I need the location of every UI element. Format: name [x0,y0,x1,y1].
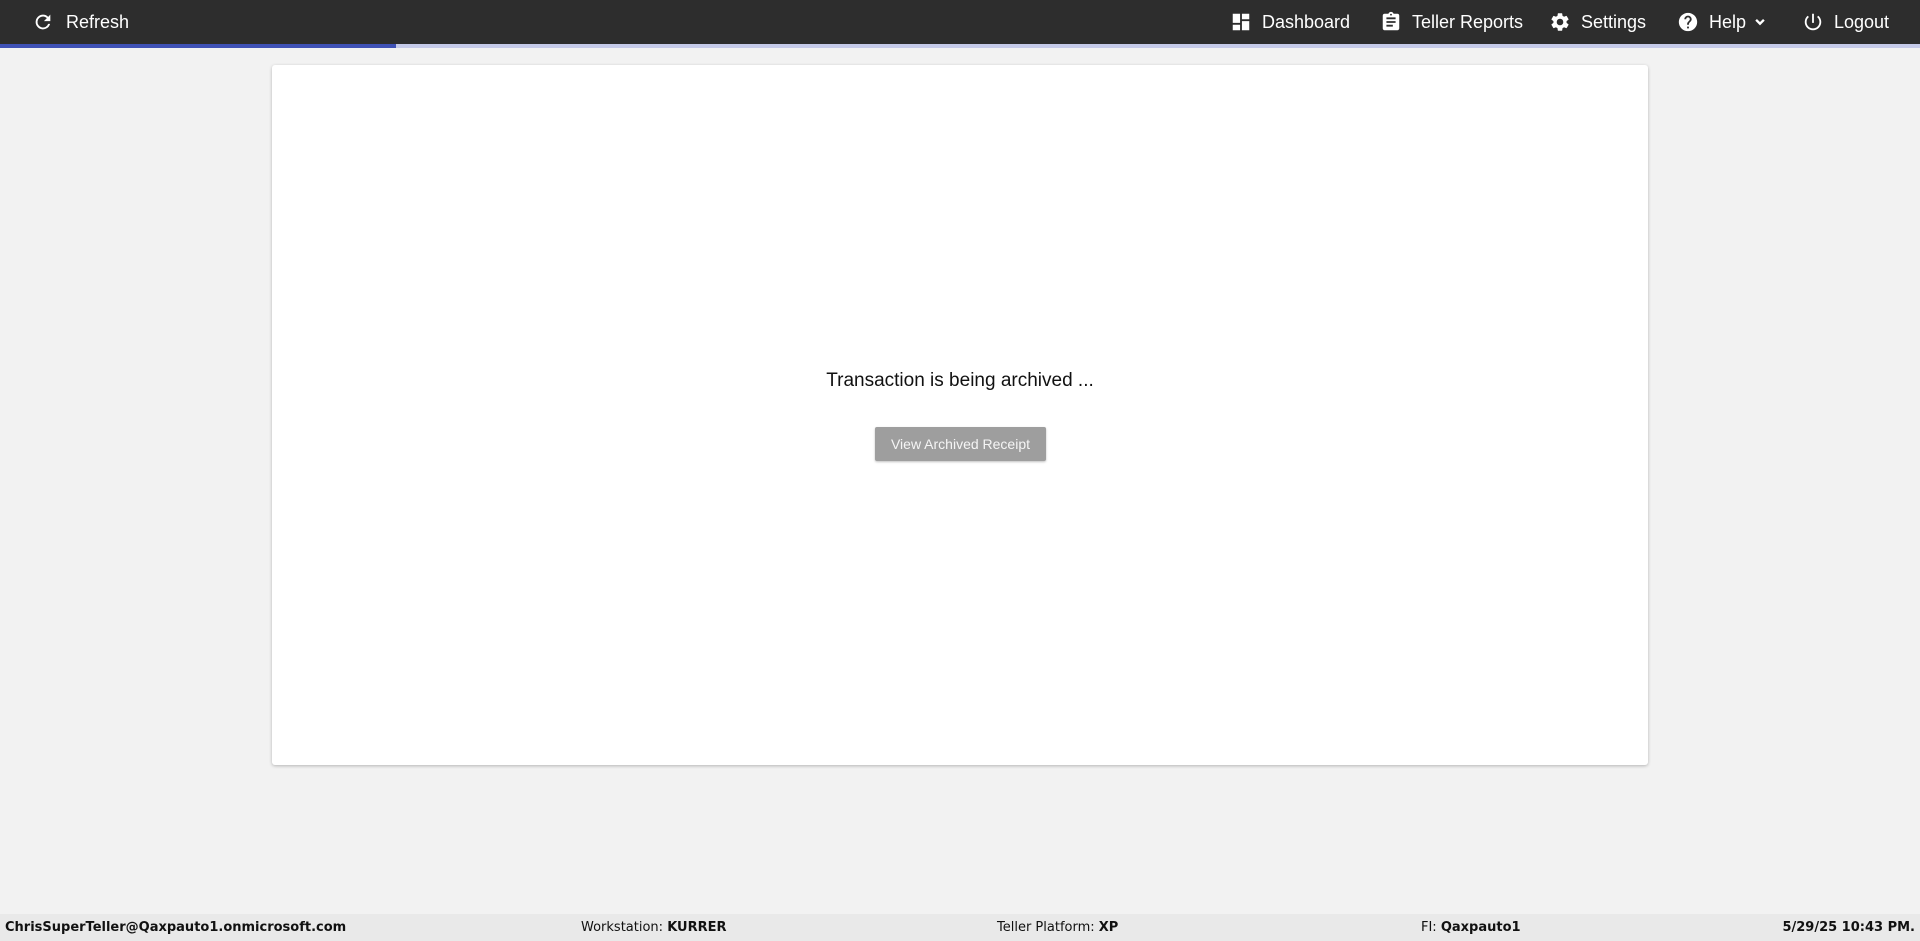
footer-workstation-value: KURRER [667,920,727,935]
archive-status-message: Transaction is being archived ... [826,370,1094,391]
nav-settings[interactable]: Settings [1549,0,1646,44]
footer-datetime: 5/29/25 10:43 PM. [1782,920,1915,935]
logout-button[interactable]: Logout [1802,0,1889,44]
nav-help-menu[interactable]: Help [1677,0,1768,44]
refresh-label: Refresh [66,11,130,32]
view-archived-receipt-button[interactable]: View Archived Receipt [875,427,1046,461]
power-icon [1804,13,1822,31]
dashboard-icon [1232,13,1250,31]
footer-workstation: Workstation: KURRER [581,914,727,941]
chevron-down-icon [1755,19,1765,26]
footer-fi-value: Qaxpauto1 [1440,920,1521,935]
footer-workstation-label: Workstation: [581,920,664,935]
footer-platform-label: Teller Platform: [997,920,1095,935]
gear-icon [1551,13,1569,31]
footer-platform-value: XP [1098,920,1119,935]
footer-fi: FI: Qaxpauto1 [1421,914,1521,941]
progress-fill [0,44,396,48]
clipboard-icon [1382,11,1400,31]
refresh-button[interactable]: Refresh [32,0,129,44]
nav-teller-reports[interactable]: Teller Reports [1380,0,1523,44]
status-footer: ChrisSuperTeller@Qaxpauto1.onmicrosoft.c… [0,914,1920,941]
nav-settings-label: Settings [1581,11,1647,32]
nav-teller-reports-label: Teller Reports [1412,11,1524,32]
logout-label: Logout [1834,11,1890,32]
footer-fi-label: FI: [1421,920,1437,935]
loading-progress-bar [0,44,1920,48]
help-circle-icon [1678,12,1698,32]
footer-user: ChrisSuperTeller@Qaxpauto1.onmicrosoft.c… [5,920,347,935]
refresh-icon [35,14,51,30]
footer-teller-platform: Teller Platform: XP [997,914,1118,941]
nav-help-label: Help [1709,11,1747,32]
top-navigation-bar: Refresh Dashboard Teller Reports Setting… [0,0,1920,44]
nav-dashboard-label: Dashboard [1262,11,1351,32]
content-card: Transaction is being archived ... View A… [272,65,1648,765]
nav-dashboard[interactable]: Dashboard [1230,0,1350,44]
